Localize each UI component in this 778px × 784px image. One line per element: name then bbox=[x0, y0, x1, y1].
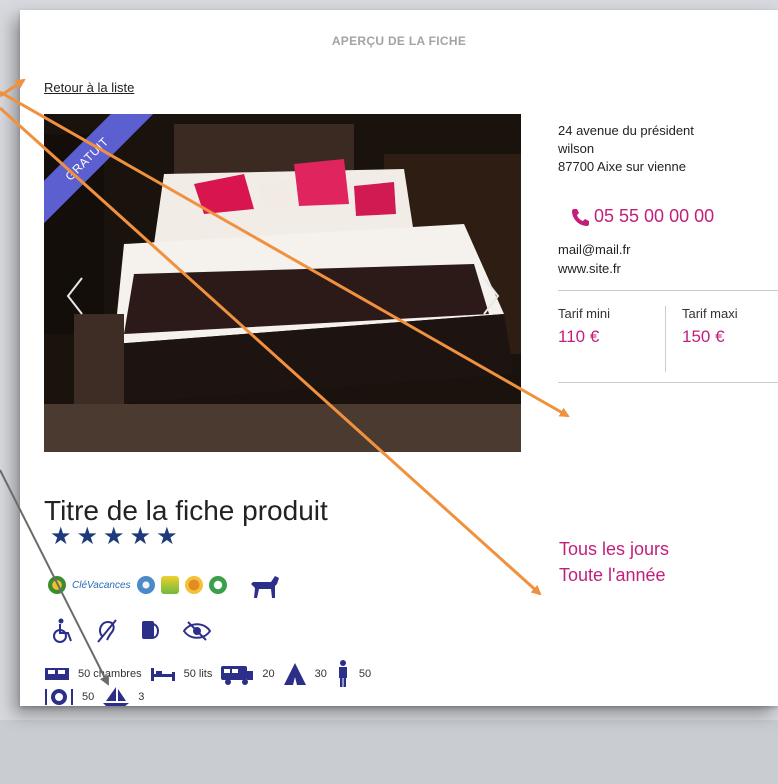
person-icon bbox=[338, 660, 347, 687]
back-to-list-link[interactable]: Retour à la liste bbox=[44, 80, 134, 95]
tent-icon bbox=[283, 663, 306, 685]
rooms-count: 50 chambres bbox=[78, 668, 142, 680]
tents-count: 30 bbox=[314, 668, 327, 680]
free-ribbon: GRATUIT bbox=[44, 114, 164, 234]
divider bbox=[558, 382, 778, 383]
bed-icon bbox=[45, 668, 69, 680]
chevron-right-icon bbox=[483, 277, 500, 315]
pets-allowed-icon bbox=[250, 576, 279, 598]
background-band bbox=[0, 720, 778, 784]
opening-days: Tous les jours bbox=[559, 539, 670, 559]
quality-labels: CléVacances bbox=[48, 570, 283, 600]
label-logo-icon bbox=[48, 576, 66, 594]
beds-count: 50 lits bbox=[183, 668, 213, 680]
price-max-value: 150 € bbox=[682, 327, 725, 346]
contact-links: mail@mail.fr www.site.fr bbox=[558, 240, 630, 278]
product-title: Titre de la fiche produit bbox=[44, 494, 328, 526]
campers-count: 20 bbox=[262, 668, 275, 680]
preview-card: APERÇU DE LA FICHE Retour à la liste GRA… bbox=[20, 10, 778, 706]
persons-count: 50 bbox=[358, 668, 372, 680]
hearing-icon bbox=[97, 619, 117, 643]
restaurant-icon bbox=[45, 689, 73, 705]
mental-disability-icon bbox=[142, 621, 159, 639]
star-icon: ★ bbox=[76, 523, 99, 550]
star-icon: ★ bbox=[129, 523, 152, 550]
camper-van-icon bbox=[221, 666, 254, 685]
single-bed-icon bbox=[150, 668, 175, 681]
email-link[interactable]: mail@mail.fr bbox=[558, 240, 630, 259]
star-icon: ★ bbox=[156, 523, 178, 550]
price-min-value: 110 € bbox=[558, 327, 600, 346]
sailboat-icon bbox=[103, 687, 130, 706]
label-logo-icon bbox=[136, 576, 155, 594]
gallery-prev-button[interactable] bbox=[62, 274, 88, 318]
address-line: 24 avenue du président bbox=[558, 123, 694, 138]
phone-number[interactable]: 05 55 00 00 00 bbox=[570, 206, 714, 227]
wheelchair-icon bbox=[53, 618, 72, 643]
divider bbox=[665, 306, 666, 372]
price-max: Tarif maxi 150 € bbox=[682, 306, 738, 347]
opening-period: Toute l'année bbox=[559, 565, 666, 585]
address-block: 24 avenue du président wilson 87700 Aixe… bbox=[558, 122, 694, 176]
capacity-row: 50 3 bbox=[44, 686, 144, 706]
meals-count: 50 bbox=[82, 691, 95, 703]
opening-hours: Tous les jours Toute l'année bbox=[559, 536, 669, 588]
capacity-row: 50 chambres 50 lits 20 30 50 bbox=[44, 660, 371, 688]
star-rating: ★ ★ ★ ★ ★ bbox=[50, 525, 178, 549]
price-max-label: Tarif maxi bbox=[682, 306, 738, 321]
gallery-next-button[interactable] bbox=[478, 274, 504, 318]
star-icon: ★ bbox=[50, 523, 72, 550]
accessibility-icons bbox=[50, 618, 212, 644]
clevacances-logo: CléVacances bbox=[72, 579, 131, 591]
free-ribbon-label: GRATUIT bbox=[44, 114, 158, 230]
label-logo-icon bbox=[160, 576, 179, 594]
boats-count: 3 bbox=[138, 691, 145, 703]
label-logo-icon bbox=[184, 576, 203, 594]
address-line: wilson bbox=[558, 141, 595, 156]
website-link[interactable]: www.site.fr bbox=[558, 259, 630, 278]
phone-number-text: 05 55 00 00 00 bbox=[594, 206, 715, 226]
chevron-left-icon bbox=[66, 277, 83, 315]
divider bbox=[558, 290, 778, 291]
visual-impairment-icon bbox=[182, 621, 212, 641]
phone-icon bbox=[572, 208, 589, 226]
label-logo-icon bbox=[208, 576, 227, 594]
address-line: 87700 Aixe sur vienne bbox=[558, 159, 686, 174]
star-icon: ★ bbox=[103, 523, 125, 550]
price-min: Tarif mini 110 € bbox=[558, 306, 610, 347]
price-min-label: Tarif mini bbox=[558, 306, 611, 321]
page-title: APERÇU DE LA FICHE bbox=[331, 34, 467, 48]
